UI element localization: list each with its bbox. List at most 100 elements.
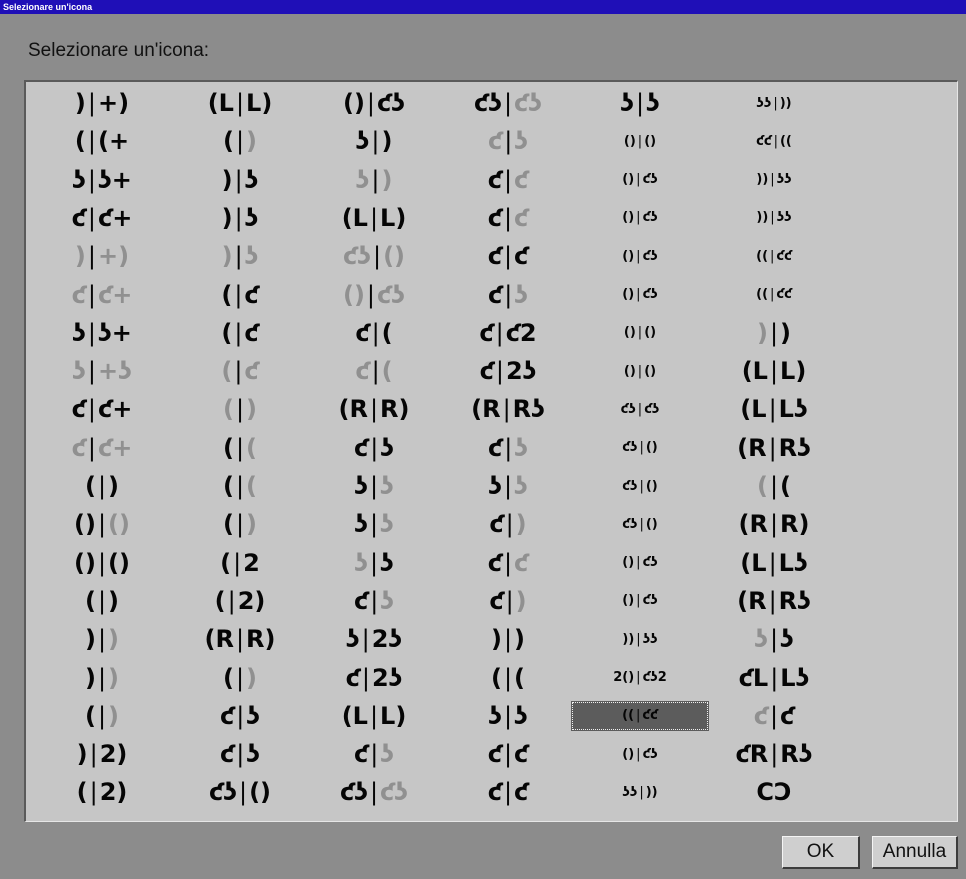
icon-option[interactable]: (| 2) xyxy=(171,586,309,616)
icon-option[interactable]: ƈ | ʖ xyxy=(305,586,443,616)
icon-option[interactable]: ƈ | ƈ xyxy=(439,739,577,769)
icon-option[interactable]: ʖʖ |)) xyxy=(571,777,709,807)
icon-option[interactable]: ƈ | ƈ xyxy=(705,701,843,731)
icon-option[interactable]: )) | ʖʖ xyxy=(705,203,843,233)
icon-option[interactable]: (| (+ xyxy=(33,126,171,156)
icon-option[interactable]: ʖ | ʖ+ xyxy=(33,318,171,348)
icon-option[interactable]: ƈ | 2ʖ xyxy=(439,356,577,386)
icon-option[interactable]: ) | +) xyxy=(33,241,171,271)
icon-option[interactable]: ƈʖ |() xyxy=(571,509,709,539)
icon-option[interactable]: () |() xyxy=(571,126,709,156)
icon-option[interactable]: ƈ | ƈ xyxy=(439,203,577,233)
icon-option[interactable]: (|( xyxy=(171,433,309,463)
icon-option[interactable]: (L | L) xyxy=(171,88,309,118)
icon-option[interactable]: (|) xyxy=(33,471,171,501)
icon-option[interactable]: ƈ | ƈ2 xyxy=(439,318,577,348)
icon-option[interactable]: ʖ | ʖ xyxy=(305,548,443,578)
icon-option[interactable]: (|( xyxy=(171,471,309,501)
icon-option[interactable]: ʖ | 2ʖ xyxy=(305,624,443,654)
icon-option[interactable]: () | ƈʖ xyxy=(571,739,709,769)
icon-option[interactable]: ƈ |) xyxy=(439,509,577,539)
icon-option[interactable]: (L | L) xyxy=(705,356,843,386)
icon-option[interactable]: () | ƈʖ xyxy=(571,165,709,195)
icon-option[interactable]: ƈ | 2ʖ xyxy=(305,663,443,693)
icon-option[interactable]: ʖ | ʖ xyxy=(439,701,577,731)
icon-option[interactable]: ƈ |) xyxy=(439,586,577,616)
icon-option[interactable]: ƈ | ƈ+ xyxy=(33,280,171,310)
icon-option[interactable]: ƈ | ƈ+ xyxy=(33,394,171,424)
icon-option[interactable]: ʖ |) xyxy=(305,126,443,156)
icon-option[interactable]: ) | ʖ xyxy=(171,241,309,271)
icon-option[interactable]: ) | ʖ xyxy=(171,203,309,233)
icon-option[interactable]: ) |) xyxy=(439,624,577,654)
icon-option[interactable]: ʖ | ʖ xyxy=(571,88,709,118)
icon-option[interactable]: ƈʖ |() xyxy=(571,471,709,501)
icon-option[interactable]: (L | L) xyxy=(305,701,443,731)
icon-option[interactable]: ((| ƈƈ xyxy=(705,241,843,271)
icon-option[interactable]: ) |) xyxy=(705,318,843,348)
icon-option[interactable]: () |() xyxy=(33,509,171,539)
icon-option[interactable]: ƈʖ | ƈʖ xyxy=(439,88,577,118)
icon-option[interactable]: (L | Lʖ xyxy=(705,394,843,424)
icon-option[interactable]: ((| ƈƈ xyxy=(705,280,843,310)
icon-option[interactable]: ) |) xyxy=(33,663,171,693)
icon-option[interactable]: ƈ | ʖ xyxy=(305,739,443,769)
icon-option[interactable]: () | ƈʖ xyxy=(305,280,443,310)
icon-option[interactable]: (| ƈ xyxy=(171,318,309,348)
icon-option[interactable]: ʖ | ʖ xyxy=(305,509,443,539)
icon-option[interactable]: CƆ xyxy=(705,777,843,807)
icon-option[interactable]: ʖ | +ʖ xyxy=(33,356,171,386)
icon-option[interactable]: ƈʖ |() xyxy=(171,777,309,807)
icon-option[interactable]: ƈ | ƈ+ xyxy=(33,203,171,233)
icon-option[interactable]: (R | R) xyxy=(171,624,309,654)
icon-option[interactable]: ƈ |( xyxy=(305,318,443,348)
icon-option[interactable]: ƈ | ƈ xyxy=(439,548,577,578)
icon-option[interactable]: ƈ | ƈ xyxy=(439,165,577,195)
icon-option[interactable]: (| 2 xyxy=(171,548,309,578)
icon-option[interactable]: (|( xyxy=(705,471,843,501)
icon-option[interactable]: ƈ | ʖ xyxy=(439,433,577,463)
icon-option[interactable]: () | ƈʖ xyxy=(571,203,709,233)
icon-option[interactable]: ʖ |) xyxy=(305,165,443,195)
icon-option[interactable]: () | ƈʖ xyxy=(571,586,709,616)
window-title-bar[interactable]: Selezionare un'icona xyxy=(0,0,966,14)
icon-option[interactable]: (|) xyxy=(33,701,171,731)
icon-option[interactable]: (R | R) xyxy=(705,509,843,539)
icon-option[interactable]: () |() xyxy=(571,318,709,348)
icon-option[interactable]: (|) xyxy=(171,663,309,693)
icon-option[interactable]: ) | +) xyxy=(33,88,171,118)
icon-option[interactable]: ƈ | ƈ+ xyxy=(33,433,171,463)
icon-option[interactable]: ƈʖ |() xyxy=(571,433,709,463)
icon-option[interactable]: ƈʖ | ƈʖ xyxy=(305,777,443,807)
icon-option[interactable]: (| ƈ xyxy=(171,356,309,386)
icon-option[interactable]: (R | Rʖ xyxy=(705,433,843,463)
icon-option[interactable]: (| ƈ xyxy=(171,280,309,310)
icon-option[interactable]: ƈ | ƈ xyxy=(439,241,577,271)
icon-option[interactable]: () | ƈʖ xyxy=(571,241,709,271)
icon-option[interactable]: ƈ | ʖ xyxy=(439,280,577,310)
icon-option[interactable]: (L | Lʖ xyxy=(705,548,843,578)
icon-option[interactable]: (L | L) xyxy=(305,203,443,233)
icon-option[interactable]: ƈ |( xyxy=(305,356,443,386)
icon-option[interactable]: ƈƈ |(( xyxy=(705,126,843,156)
icon-option[interactable]: ƈʖ | ƈʖ xyxy=(571,394,709,424)
icon-option[interactable]: ʖʖ |)) xyxy=(705,88,843,118)
icon-option[interactable]: (|) xyxy=(171,126,309,156)
icon-option[interactable]: (R | R) xyxy=(305,394,443,424)
icon-option[interactable]: (R | Rʖ xyxy=(705,586,843,616)
icon-option[interactable]: (| 2) xyxy=(33,777,171,807)
icon-option[interactable]: (|) xyxy=(171,394,309,424)
icon-option[interactable]: (R | Rʖ xyxy=(439,394,577,424)
icon-option[interactable]: ƈ | ʖ xyxy=(171,739,309,769)
icon-option[interactable]: () | ƈʖ xyxy=(305,88,443,118)
icon-option[interactable]: () | ƈʖ xyxy=(571,548,709,578)
icon-option[interactable]: () |() xyxy=(571,356,709,386)
icon-option[interactable]: ƈR | Rʖ xyxy=(705,739,843,769)
icon-option[interactable]: () | ƈʖ xyxy=(571,280,709,310)
icon-option[interactable]: (|( xyxy=(439,663,577,693)
icon-option[interactable]: ʖ | ʖ xyxy=(705,624,843,654)
icon-option[interactable]: ƈ | ʖ xyxy=(171,701,309,731)
icon-option[interactable]: ƈ | ʖ xyxy=(305,433,443,463)
cancel-button[interactable]: Annulla xyxy=(872,836,958,869)
icon-option[interactable]: () |() xyxy=(33,548,171,578)
